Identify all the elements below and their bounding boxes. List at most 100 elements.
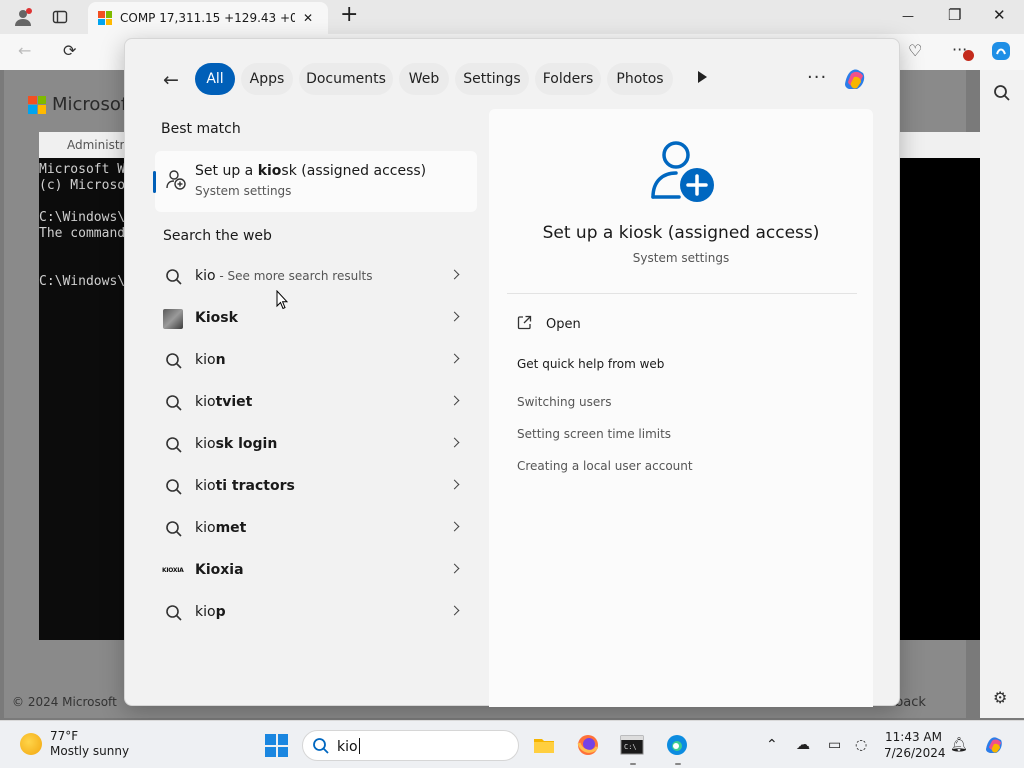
more-options-icon[interactable]: ··· [807,67,827,88]
chip-folders[interactable]: Folders [535,63,601,95]
weather-temp: 77°F [50,729,79,743]
terminal-icon[interactable]: C:\ [620,733,644,757]
new-tab-button[interactable]: + [340,2,358,27]
microsoft-logo-icon [98,11,112,25]
web-result-see-more[interactable]: kio - See more search results [155,257,477,297]
add-user-large-icon [649,139,717,211]
close-button[interactable]: ✕ [993,6,1006,24]
best-match-title: Set up a kiosk (assigned access) [195,163,427,179]
taskbar-search-box[interactable]: kio [302,730,519,761]
quick-help-header: Get quick help from web [517,357,665,371]
browser-tab[interactable]: COMP 17,311.15 +129.43 +0.75% ✕ [88,2,328,34]
svg-text:C:\: C:\ [624,743,637,751]
search-filter-bar: ← All Apps Documents Web Settings Folder… [125,63,901,97]
firefox-icon[interactable] [576,733,600,757]
weather-condition: Mostly sunny [50,744,130,758]
search-icon[interactable] [993,84,1011,105]
search-icon [165,352,183,374]
microsoft-logo-icon [28,95,46,114]
help-link-switching-users[interactable]: Switching users [517,395,611,409]
web-result-kiosk[interactable]: Kiosk [155,299,477,339]
gear-icon[interactable]: ⚙ [993,690,1007,706]
search-icon [165,478,183,500]
start-search-panel: ← All Apps Documents Web Settings Folder… [124,38,901,707]
chevron-right-icon [449,269,460,280]
more-filters-arrow-icon[interactable] [698,71,707,83]
refresh-icon[interactable]: ⟳ [63,43,76,59]
weather-widget[interactable]: 77°F Mostly sunny [20,729,129,759]
chip-apps[interactable]: Apps [241,63,293,95]
search-icon [165,268,183,290]
search-icon [165,520,183,542]
search-icon [165,436,183,458]
chevron-right-icon [449,563,460,574]
search-web-header: Search the web [163,228,272,244]
help-link-screen-time[interactable]: Setting screen time limits [517,427,671,441]
background-site-title: Microsoft [28,94,134,115]
back-arrow-icon[interactable]: ← [163,69,179,91]
browser-sidebar: ⚙ [980,70,1024,718]
back-icon[interactable]: ← [18,43,31,59]
chevron-right-icon [449,311,460,322]
kiosk-thumbnail-icon [163,309,183,329]
web-result-kiomet[interactable]: kiomet [155,509,477,549]
browser-tab-bar: COMP 17,311.15 +129.43 +0.75% ✕ + — ❐ ✕ [0,0,1024,34]
selection-indicator [153,171,156,193]
best-match-subtitle: System settings [195,184,292,198]
chip-photos[interactable]: Photos [607,63,673,95]
search-icon [312,737,330,759]
web-result-kiop[interactable]: kiop [155,593,477,633]
open-action[interactable]: Open [517,315,581,334]
notification-bell-icon[interactable]: 🔔︎ [950,737,968,753]
copilot-icon[interactable] [982,733,1006,757]
open-label: Open [546,317,581,332]
minimize-button[interactable]: — [902,9,914,23]
start-button-icon[interactable] [265,734,288,757]
health-icon[interactable]: ♡ [908,43,922,59]
web-result-kiosk-login[interactable]: kiosk login [155,425,477,465]
kioxia-logo-icon: KIOXIA [162,567,184,574]
copilot-icon[interactable] [839,64,869,94]
copilot-icon[interactable] [990,40,1012,65]
add-user-settings-icon [165,169,187,195]
taskbar-search-input[interactable]: kio [337,738,360,755]
web-result-kiotviet[interactable]: kiotviet [155,383,477,423]
display-icon[interactable]: ▭ [828,737,841,753]
help-link-local-account[interactable]: Creating a local user account [517,459,693,473]
edge-browser-icon[interactable] [665,733,689,757]
restore-button[interactable]: ❐ [948,6,961,24]
chevron-right-icon [449,521,460,532]
chevron-right-icon [449,437,460,448]
chevron-right-icon [449,605,460,616]
tab-actions-icon[interactable] [52,9,68,28]
taskbar: 77°F Mostly sunny kio C:\ ⌃ ☁ ▭ ◌ 11:43 … [0,720,1024,768]
detail-title: Set up a kiosk (assigned access) [542,223,820,243]
onedrive-icon[interactable]: ☁ [796,737,810,753]
chevron-right-icon [449,479,460,490]
weather-sun-icon [20,733,42,755]
chip-all[interactable]: All [195,63,235,95]
tab-title: COMP 17,311.15 +129.43 +0.75% [120,11,295,25]
result-detail-pane: Set up a kiosk (assigned access) System … [489,109,873,707]
web-result-kion[interactable]: kion [155,341,477,381]
chip-documents[interactable]: Documents [299,63,393,95]
chip-settings[interactable]: Settings [455,63,529,95]
chevron-right-icon [449,353,460,364]
running-indicator [630,763,636,765]
close-tab-icon[interactable]: ✕ [303,11,313,25]
web-result-kioxia[interactable]: KIOXIA Kioxia [155,551,477,591]
chip-web[interactable]: Web [399,63,449,95]
mouse-cursor-icon [276,289,289,314]
file-explorer-icon[interactable] [532,733,556,757]
web-result-kioti-tractors[interactable]: kioti tractors [155,467,477,507]
chevron-up-icon[interactable]: ⌃ [766,737,778,753]
notification-badge [963,50,974,61]
chevron-right-icon [449,395,460,406]
open-external-icon [517,315,532,334]
taskbar-clock[interactable]: 11:43 AM 7/26/2024 [884,729,946,761]
network-icon[interactable]: ◌ [855,737,867,753]
detail-subtitle: System settings [632,251,730,265]
search-icon [165,604,183,626]
best-match-item[interactable]: Set up a kiosk (assigned access) System … [153,151,477,212]
profile-icon[interactable] [14,8,32,29]
